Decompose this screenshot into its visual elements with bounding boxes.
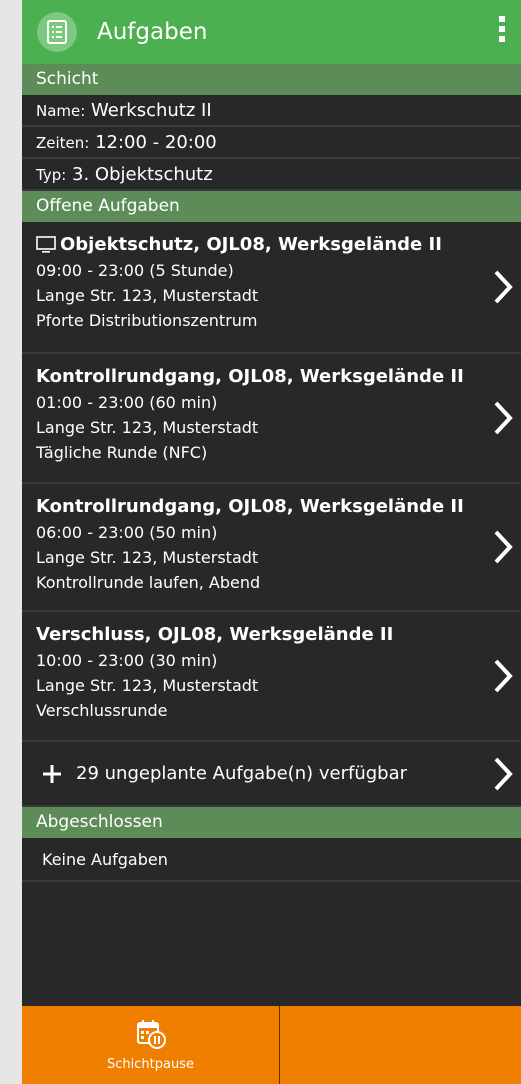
task-description: Kontrollrunde laufen, Abend xyxy=(36,573,261,592)
shift-name-label: Name: xyxy=(36,102,86,120)
task-address: Lange Str. 123, Musterstadt xyxy=(36,286,259,305)
task-time: 09:00 - 23:00 (5 Stunde) xyxy=(36,261,234,280)
chevron-right-icon xyxy=(494,659,513,693)
chevron-right-icon xyxy=(494,530,513,564)
task-item[interactable]: Verschluss, OJL08, Werksgelände II 10:00… xyxy=(22,612,521,742)
section-header-completed: Abgeschlossen xyxy=(22,807,521,838)
monitor-icon xyxy=(36,235,56,253)
task-time: 06:00 - 23:00 (50 min) xyxy=(36,523,218,542)
shift-type-label: Typ: xyxy=(36,166,67,184)
task-description: Pforte Distributionszentrum xyxy=(36,311,258,330)
task-title: Kontrollrundgang, OJL08, Werksgelände II xyxy=(36,496,464,517)
task-item[interactable]: Objektschutz, OJL08, Werksgelände II 09:… xyxy=(22,222,521,354)
empty-state-text: Keine Aufgaben xyxy=(22,838,521,882)
shift-times-value: 12:00 - 20:00 xyxy=(95,132,217,153)
section-header-schicht: Schicht xyxy=(22,64,521,95)
task-address: Lange Str. 123, Musterstadt xyxy=(36,418,259,437)
task-title: Objektschutz, OJL08, Werksgelände II xyxy=(60,234,442,255)
shift-times-label: Zeiten: xyxy=(36,134,90,152)
chevron-right-icon xyxy=(494,401,513,435)
shift-type-value: 3. Objektschutz xyxy=(72,164,213,185)
shift-name-value: Werkschutz II xyxy=(91,100,212,121)
task-title: Verschluss, OJL08, Werksgelände II xyxy=(36,624,394,645)
task-list-icon xyxy=(37,12,77,52)
app-frame: Aufgaben Schicht Name: Werkschutz II Zei… xyxy=(22,0,521,1084)
shift-name-row: Name: Werkschutz II xyxy=(22,95,521,127)
shift-pause-label: Schichtpause xyxy=(107,1056,194,1072)
page-title: Aufgaben xyxy=(97,19,208,45)
task-description: Tägliche Runde (NFC) xyxy=(36,443,208,462)
bottom-bar-empty-slot xyxy=(280,1006,521,1084)
unplanned-tasks-label: 29 ungeplante Aufgabe(n) verfügbar xyxy=(76,763,408,784)
task-item[interactable]: Kontrollrundgang, OJL08, Werksgelände II… xyxy=(22,354,521,484)
plus-icon xyxy=(43,764,61,783)
chevron-right-icon xyxy=(494,270,513,304)
task-description: Verschlussrunde xyxy=(36,701,168,720)
section-header-open-tasks: Offene Aufgaben xyxy=(22,191,521,222)
calendar-pause-icon xyxy=(136,1019,166,1049)
task-address: Lange Str. 123, Musterstadt xyxy=(36,676,259,695)
task-title-row: Objektschutz, OJL08, Werksgelände II xyxy=(36,231,461,258)
unplanned-tasks-row[interactable]: 29 ungeplante Aufgabe(n) verfügbar xyxy=(22,742,521,807)
chevron-right-icon xyxy=(494,757,513,790)
overflow-menu-icon[interactable] xyxy=(497,16,507,48)
task-address: Lange Str. 123, Musterstadt xyxy=(36,548,259,567)
shift-times-row: Zeiten: 12:00 - 20:00 xyxy=(22,127,521,159)
task-item[interactable]: Kontrollrundgang, OJL08, Werksgelände II… xyxy=(22,484,521,612)
task-time: 10:00 - 23:00 (30 min) xyxy=(36,651,218,670)
task-title: Kontrollrundgang, OJL08, Werksgelände II xyxy=(36,366,464,387)
shift-pause-button[interactable]: Schichtpause xyxy=(22,1006,280,1084)
shift-type-row: Typ: 3. Objektschutz xyxy=(22,159,521,191)
task-time: 01:00 - 23:00 (60 min) xyxy=(36,393,218,412)
app-bar: Aufgaben xyxy=(22,0,521,64)
bottom-action-bar: Schichtpause xyxy=(22,1006,521,1084)
